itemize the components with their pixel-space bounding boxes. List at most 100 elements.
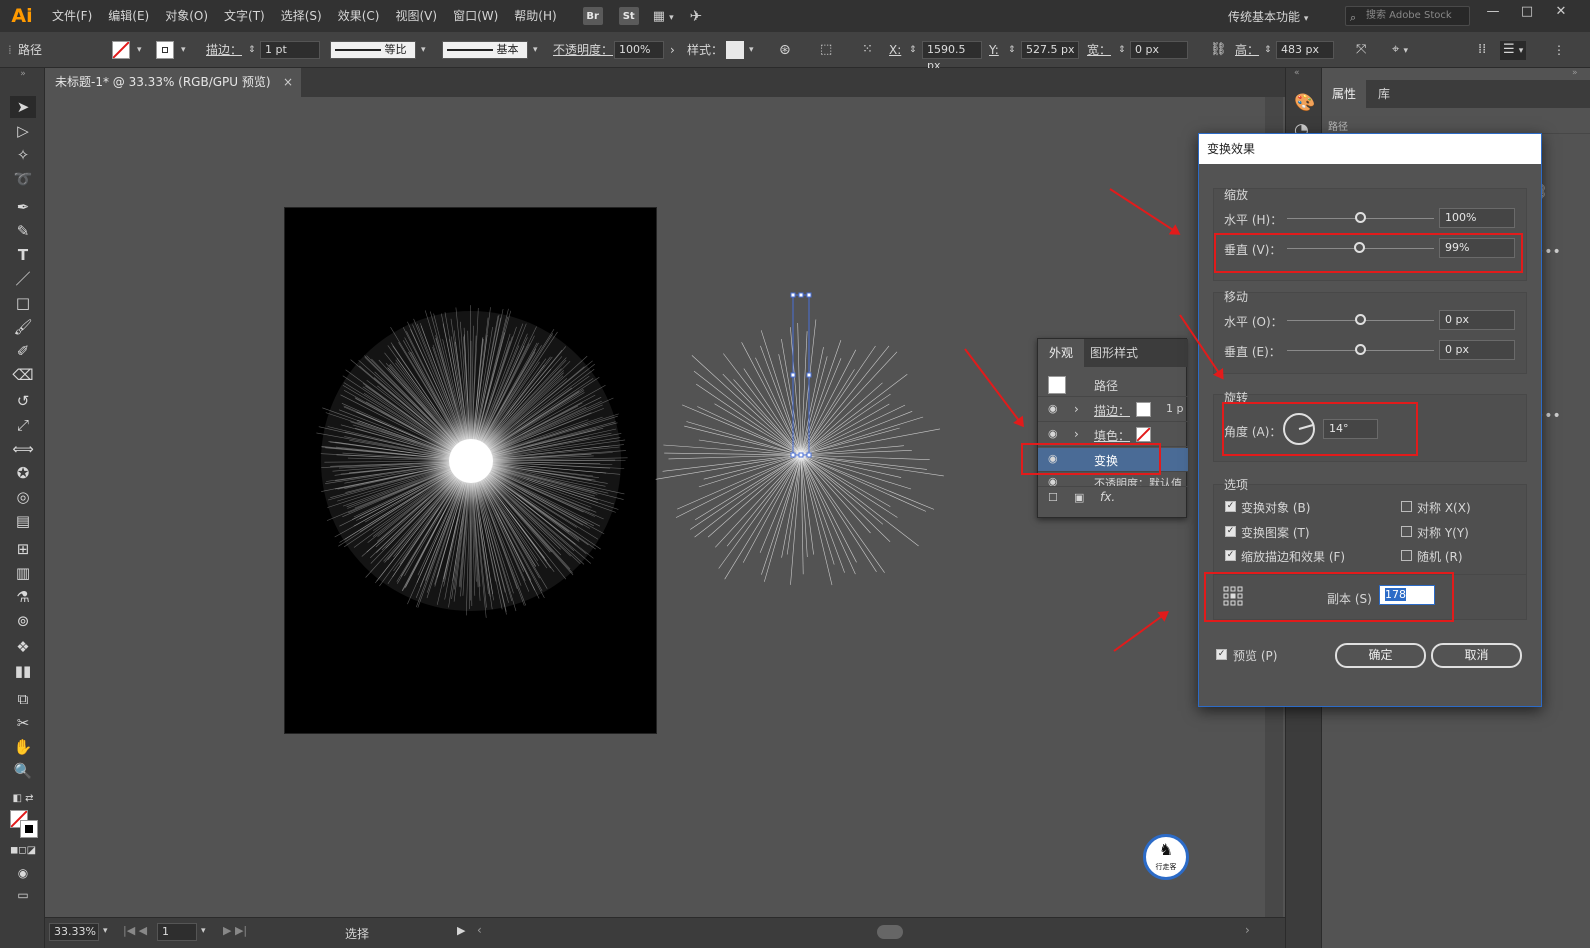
width-stepper-icon[interactable]: ⇕ xyxy=(1118,41,1126,59)
hand-tool-icon[interactable]: ✋ xyxy=(10,736,36,758)
scale-strokes-checkbox[interactable]: ✓ xyxy=(1225,550,1236,561)
eraser-tool-icon[interactable]: ⌫ xyxy=(10,364,36,386)
brush-dropdown-icon[interactable]: ▾ xyxy=(533,41,538,59)
preview-checkbox[interactable]: ✓ xyxy=(1216,649,1227,660)
appearance-stroke-label[interactable]: 描边： xyxy=(1094,402,1130,419)
strip-collapse-icon[interactable]: « xyxy=(1294,68,1300,78)
isolate-icon[interactable]: ⌖ ▾ xyxy=(1392,41,1408,60)
shape-builder-tool-icon[interactable]: ◎ xyxy=(10,486,36,508)
horizontal-scroll-thumb[interactable] xyxy=(877,925,903,939)
menu-view[interactable]: 视图(V) xyxy=(387,0,445,32)
move-vertical-input[interactable]: 0 px xyxy=(1439,340,1515,360)
random-checkbox[interactable] xyxy=(1401,550,1412,561)
menu-object[interactable]: 对象(O) xyxy=(157,0,216,32)
scroll-left-icon[interactable]: ‹ xyxy=(477,923,482,937)
opacity-label[interactable]: 不透明度： xyxy=(553,41,613,59)
direct-selection-tool-icon[interactable]: ▷ xyxy=(10,120,36,142)
height-input[interactable]: 483 px xyxy=(1276,41,1334,59)
artboard-nav-prev-icon[interactable]: |◀ ◀ xyxy=(123,924,147,937)
appearance-fill-label[interactable]: 填色： xyxy=(1094,427,1130,444)
default-colors-icon[interactable]: ◧ ⇄ xyxy=(10,788,36,810)
type-tool-icon[interactable]: T xyxy=(10,244,36,266)
appearance-opacity-label[interactable]: 不透明度：默认值 xyxy=(1094,475,1182,486)
artboard-number-input[interactable]: 1 xyxy=(157,923,197,941)
color-mode-icon[interactable]: ◼◻◪ xyxy=(10,840,36,862)
pen-tool-icon[interactable]: ✒ xyxy=(10,196,36,218)
menu-type[interactable]: 文字(T) xyxy=(216,0,273,32)
stroke-swatch[interactable] xyxy=(156,41,174,59)
send-icon[interactable]: ✈ xyxy=(690,7,703,25)
move-horizontal-knob[interactable] xyxy=(1355,314,1366,325)
status-menu-icon[interactable]: ▶ xyxy=(457,924,465,937)
rectangle-tool-icon[interactable]: □ xyxy=(10,292,36,314)
move-vertical-knob[interactable] xyxy=(1355,344,1366,355)
scroll-right-icon[interactable]: › xyxy=(1245,923,1250,937)
stock-button[interactable]: St xyxy=(618,7,639,25)
arrange-documents-icon[interactable]: ▦ ▾ xyxy=(653,9,674,24)
scale-tool-icon[interactable]: ⤢ xyxy=(10,414,36,436)
reference-point-icon[interactable]: ⁙ xyxy=(862,41,873,59)
expand-stroke-icon[interactable]: › xyxy=(1074,402,1079,416)
width-tool-icon[interactable]: ⟺ xyxy=(10,438,36,460)
appearance-opacity-row[interactable]: ◉ 不透明度：默认值 xyxy=(1038,473,1188,487)
visibility-eye-icon[interactable]: ◉ xyxy=(1048,402,1058,415)
add-fill-icon[interactable]: ▣ xyxy=(1074,491,1084,504)
rotate-tool-icon[interactable]: ↺ xyxy=(10,390,36,412)
constrain-proportions-icon[interactable]: ⛓ xyxy=(1210,41,1227,59)
line-tool-icon[interactable]: ／ xyxy=(10,268,36,290)
opacity-input[interactable]: 100% xyxy=(614,41,664,59)
height-stepper-icon[interactable]: ⇕ xyxy=(1264,41,1272,59)
gradient-tool-icon[interactable]: ▥ xyxy=(10,562,36,584)
minimize-button[interactable]: — xyxy=(1478,2,1508,22)
close-tab-icon[interactable]: × xyxy=(283,68,293,97)
artboard-nav-next-icon[interactable]: ▶ ▶| xyxy=(223,924,247,937)
tab-libraries[interactable]: 库 xyxy=(1366,80,1402,108)
screen-mode-icon[interactable]: ▭ xyxy=(10,884,36,906)
tab-appearance[interactable]: 外观 xyxy=(1038,339,1084,367)
visibility-eye-icon[interactable]: ◉ xyxy=(1048,475,1058,486)
eyedropper-tool-icon[interactable]: ⚗ xyxy=(10,586,36,608)
stock-search-input[interactable]: ⌕ 搜索 Adobe Stock xyxy=(1345,6,1470,26)
menu-effect[interactable]: 效果(C) xyxy=(330,0,388,32)
fill-swatch[interactable] xyxy=(112,41,130,59)
transform-patterns-checkbox[interactable]: ✓ xyxy=(1225,526,1236,537)
stroke-color-box[interactable] xyxy=(20,820,38,838)
tab-graphic-styles[interactable]: 图形样式 xyxy=(1090,339,1138,367)
fill-none-swatch[interactable] xyxy=(1136,427,1151,442)
brush-definition[interactable]: 基本 xyxy=(442,41,528,59)
puppet-warp-tool-icon[interactable]: ✪ xyxy=(10,462,36,484)
document-tab[interactable]: 未标题-1* @ 33.33% (RGB/GPU 预览) xyxy=(45,68,301,97)
stroke-label[interactable]: 描边： xyxy=(206,41,242,59)
panel-menu-icon[interactable]: ☰ ▾ xyxy=(1500,41,1527,60)
zoom-input[interactable]: 33.33% xyxy=(49,923,99,941)
close-window-button[interactable]: ✕ xyxy=(1546,2,1576,22)
tab-properties[interactable]: 属性 xyxy=(1322,80,1366,108)
artboard-tool-icon[interactable]: ⧉ xyxy=(10,688,36,710)
add-effect-icon[interactable]: fx. xyxy=(1100,490,1115,504)
zoom-dropdown-icon[interactable]: ▾ xyxy=(103,926,108,936)
workspace-switcher[interactable]: 传统基本功能 ▾ xyxy=(1228,8,1308,25)
control-bar-menu-icon[interactable]: ⋮ xyxy=(1553,41,1565,59)
reflect-x-checkbox[interactable] xyxy=(1401,501,1412,512)
stroke-color-swatch[interactable] xyxy=(1136,402,1151,417)
blend-tool-icon[interactable]: ⊚ xyxy=(10,610,36,632)
menu-select[interactable]: 选择(S) xyxy=(273,0,330,32)
slice-tool-icon[interactable]: ✂ xyxy=(10,712,36,734)
stroke-dropdown-icon[interactable]: ▾ xyxy=(181,41,186,59)
appearance-path-row[interactable]: 路径 xyxy=(1038,373,1188,397)
x-stepper-icon[interactable]: ⇕ xyxy=(909,41,917,59)
appearance-stroke-row[interactable]: ◉ › 描边： 1 p xyxy=(1038,398,1188,422)
add-stroke-icon[interactable]: ☐ xyxy=(1048,491,1058,504)
stroke-weight-input[interactable]: 1 pt xyxy=(260,41,320,59)
draw-mode-icon[interactable]: ◉ xyxy=(10,862,36,884)
maximize-button[interactable]: □ xyxy=(1512,2,1542,22)
visibility-eye-icon[interactable]: ◉ xyxy=(1048,427,1058,440)
bridge-button[interactable]: Br xyxy=(582,7,603,25)
color-guide-icon[interactable]: 🎨 xyxy=(1294,93,1315,113)
transform-icon[interactable]: ⤧ xyxy=(1356,41,1366,59)
transform-objects-checkbox[interactable]: ✓ xyxy=(1225,501,1236,512)
mesh-tool-icon[interactable]: ⊞ xyxy=(10,538,36,560)
profile-dropdown-icon[interactable]: ▾ xyxy=(421,41,426,59)
opacity-expand-icon[interactable]: › xyxy=(670,41,675,59)
lasso-tool-icon[interactable]: ➰ xyxy=(10,168,36,190)
